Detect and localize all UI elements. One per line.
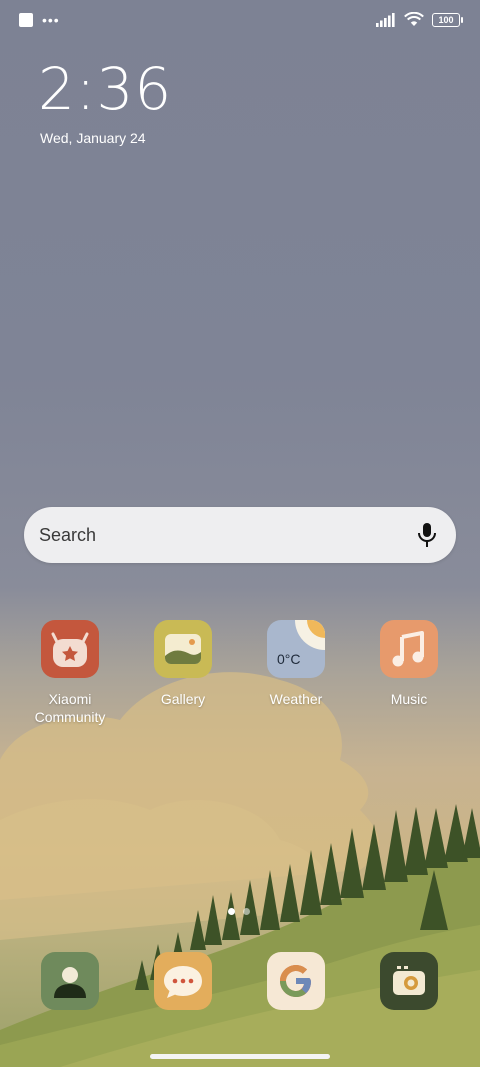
gallery-icon: [154, 620, 212, 678]
app-gallery[interactable]: Gallery: [133, 620, 233, 708]
app-label: Weather: [269, 691, 323, 707]
contacts-icon[interactable]: [41, 952, 99, 1010]
music-icon: [380, 620, 438, 678]
google-icon[interactable]: [267, 952, 325, 1010]
battery-indicator: 100: [432, 12, 463, 27]
app-label: Gallery: [160, 691, 206, 707]
app-xiaomi-community[interactable]: Xiaomi Community: [20, 620, 120, 726]
search-bar[interactable]: Search: [24, 507, 456, 563]
camera-icon[interactable]: [380, 952, 438, 1010]
messages-icon[interactable]: [154, 952, 212, 1010]
home-indicator[interactable]: [150, 1054, 330, 1059]
app-label: Xiaomi Community: [34, 691, 106, 725]
signal-icon: [376, 12, 395, 27]
page-dot[interactable]: [243, 908, 250, 915]
clock-time[interactable]: 2:36: [38, 56, 172, 122]
xiaomi-community-icon: [41, 620, 99, 678]
app-music[interactable]: Music: [359, 620, 459, 708]
search-placeholder: Search: [39, 525, 97, 545]
weather-temp: 0°C: [277, 651, 301, 667]
page-indicator[interactable]: [228, 908, 250, 915]
clock-date[interactable]: Wed, January 24: [40, 130, 146, 146]
notification-icon: [19, 13, 33, 27]
weather-icon: 0°C: [267, 620, 325, 678]
more-notifications-icon: •••: [42, 12, 60, 28]
wifi-icon: [404, 12, 424, 26]
app-weather[interactable]: 0°C Weather: [246, 620, 346, 708]
page-dot-active[interactable]: [228, 908, 235, 915]
status-bar: ••• 100: [0, 0, 480, 40]
microphone-icon[interactable]: [416, 522, 438, 548]
app-label: Music: [390, 691, 428, 707]
